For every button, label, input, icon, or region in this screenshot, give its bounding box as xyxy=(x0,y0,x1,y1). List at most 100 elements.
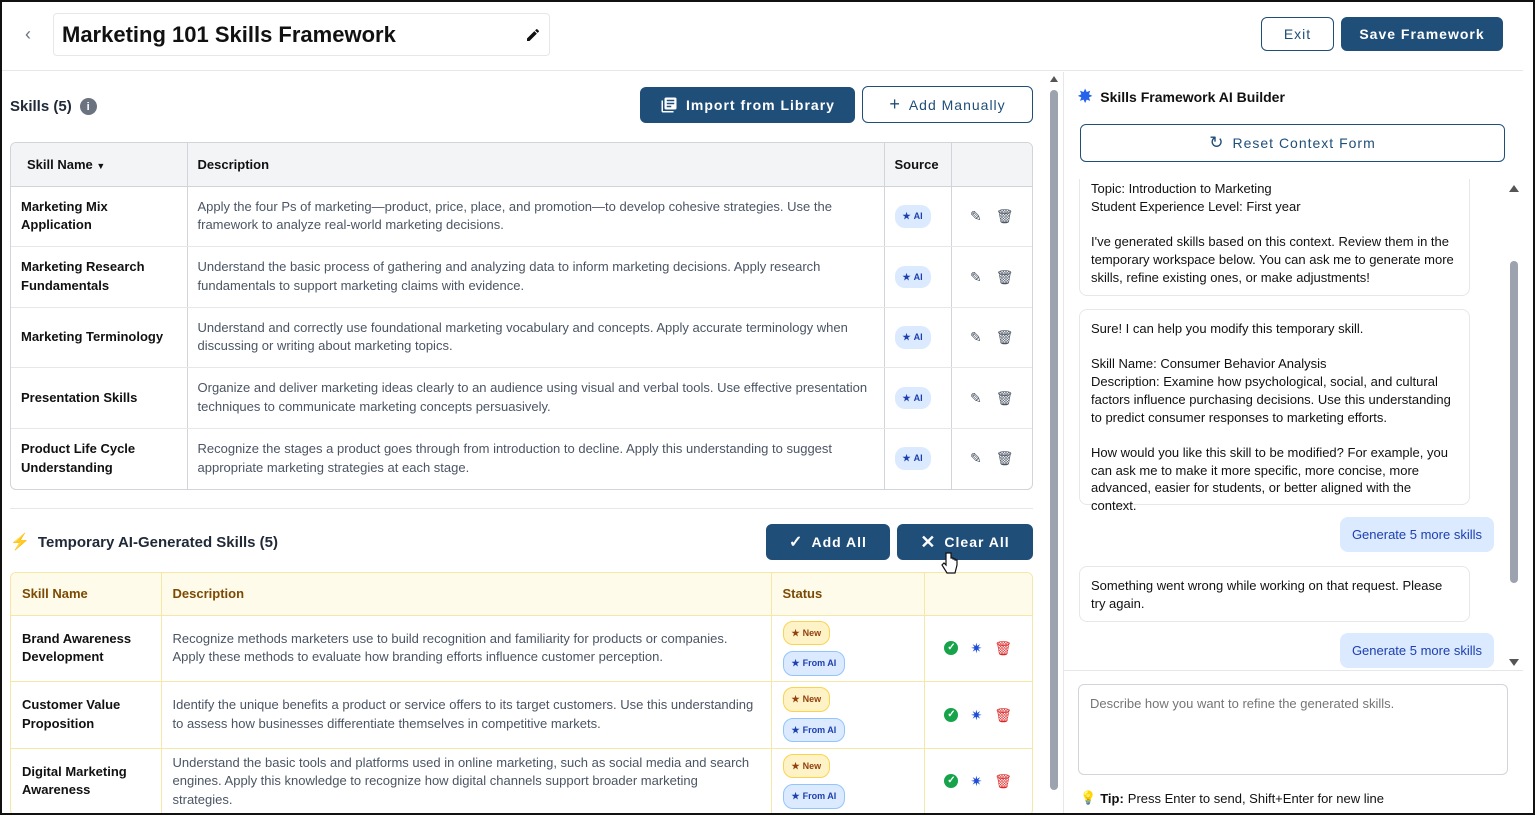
temp-skill-actions: ✓ ✷ 🗑 xyxy=(924,681,1032,749)
reset-context-form-button[interactable]: ↻ Reset Context Form xyxy=(1080,124,1505,162)
skill-actions: ✎ 🗑 xyxy=(951,307,1032,368)
col-source: Source xyxy=(884,143,952,187)
skill-actions: ✎ 🗑 xyxy=(951,186,1032,247)
col-skill-name[interactable]: Skill Name ▼ xyxy=(11,143,188,187)
back-chevron-icon[interactable]: ‹ xyxy=(18,22,38,46)
ai-source-badge: ★ AI xyxy=(894,205,931,228)
skill-name: Marketing Research Fundamentals xyxy=(11,246,188,308)
sparkle-icon: ✸ xyxy=(1078,87,1093,106)
scroll-up-icon[interactable] xyxy=(1509,185,1519,192)
chat-scroll-thumb[interactable] xyxy=(1510,261,1518,583)
framework-title-field[interactable]: Marketing 101 Skills Framework xyxy=(53,13,550,56)
skill-source: ★ AI xyxy=(884,246,952,308)
table-row: Marketing Mix Application Apply the four … xyxy=(11,186,1032,247)
temp-skill-name: Customer Value Proposition xyxy=(11,681,162,749)
exit-button[interactable]: Exit xyxy=(1261,17,1334,51)
pencil-icon[interactable] xyxy=(525,27,541,43)
col-actions xyxy=(951,143,1032,187)
section-divider xyxy=(10,508,1033,509)
ai-message: Topic: Introduction to Marketing Student… xyxy=(1079,179,1470,296)
clear-all-button[interactable]: ✕ Clear All xyxy=(897,524,1033,560)
add-all-button[interactable]: ✓ Add All xyxy=(766,524,890,560)
edit-pencil-icon[interactable]: ✎ xyxy=(970,328,982,347)
star-icon: ★ xyxy=(902,392,911,403)
skills-table: Skill Name ▼ Description Source Marketin… xyxy=(10,142,1033,490)
temp-col-status: Status xyxy=(771,573,925,616)
magic-wand-icon[interactable]: ✷ xyxy=(970,772,982,791)
tip-label: Tip: xyxy=(1100,790,1124,806)
temp-skill-actions: ✓ ✷ 🗑 xyxy=(924,748,1032,813)
user-message: Generate 5 more skills xyxy=(1339,633,1494,668)
trash-icon[interactable]: 🗑 xyxy=(994,772,1012,791)
tip-line: 💡 Tip: Press Enter to send, Shift+Enter … xyxy=(1080,790,1384,806)
col-description: Description xyxy=(187,143,885,187)
table-row: Marketing Research Fundamentals Understan… xyxy=(11,246,1032,308)
skill-actions: ✎ 🗑 xyxy=(951,367,1032,429)
trash-icon[interactable]: 🗑 xyxy=(994,706,1012,725)
edit-pencil-icon[interactable]: ✎ xyxy=(970,389,982,408)
chat-divider xyxy=(1064,670,1524,671)
edit-pencil-icon[interactable]: ✎ xyxy=(970,449,982,468)
temp-skills-heading: ⚡ Temporary AI-Generated Skills (5) xyxy=(10,532,278,552)
refine-input[interactable] xyxy=(1078,684,1508,775)
save-framework-button[interactable]: Save Framework xyxy=(1341,17,1503,51)
temp-col-actions xyxy=(924,573,1032,616)
scroll-up-icon[interactable] xyxy=(1050,76,1058,82)
star-icon: ★ xyxy=(791,724,800,735)
magic-wand-icon[interactable]: ✷ xyxy=(970,639,982,658)
add-manually-label: Add Manually xyxy=(908,96,1006,113)
ai-source-badge: ★ AI xyxy=(894,326,931,349)
magic-wand-icon[interactable]: ✷ xyxy=(970,706,982,725)
accept-check-icon[interactable]: ✓ xyxy=(944,641,959,656)
ai-message: Sure! I can help you modify this tempora… xyxy=(1079,309,1470,513)
edit-pencil-icon[interactable]: ✎ xyxy=(970,268,982,287)
edit-pencil-icon[interactable]: ✎ xyxy=(970,207,982,226)
temp-skill-name: Digital Marketing Awareness xyxy=(11,748,162,813)
trash-icon[interactable]: 🗑 xyxy=(996,328,1014,347)
import-from-library-button[interactable]: Import from Library xyxy=(640,87,855,123)
from-ai-badge: ★ From AI xyxy=(782,784,846,809)
framework-title[interactable]: Marketing 101 Skills Framework xyxy=(62,22,525,48)
left-scrollbar[interactable] xyxy=(1048,74,1060,814)
window-edge xyxy=(1523,0,1535,815)
temp-skill-description: Recognize methods marketers use to build… xyxy=(161,615,772,682)
skill-source: ★ AI xyxy=(884,367,952,429)
accept-check-icon[interactable]: ✓ xyxy=(944,707,959,722)
lightbulb-icon: 💡 xyxy=(1080,790,1097,805)
check-icon: ✓ xyxy=(789,534,804,551)
new-badge: ★ New xyxy=(782,620,831,646)
mouse-pointer-icon xyxy=(941,552,958,574)
temp-skill-name: Brand Awareness Development xyxy=(11,615,162,682)
skill-name: Marketing Terminology xyxy=(11,307,188,368)
scroll-thumb[interactable] xyxy=(1050,90,1058,790)
skill-description: Organize and deliver marketing ideas cle… xyxy=(187,367,885,429)
table-row: Presentation Skills Organize and deliver … xyxy=(11,367,1032,429)
trash-icon[interactable]: 🗑 xyxy=(996,207,1014,226)
library-icon xyxy=(661,97,677,113)
temp-skills-label: Temporary AI-Generated Skills (5) xyxy=(37,533,278,551)
skill-actions: ✎ 🗑 xyxy=(951,246,1032,308)
chat-scrollbar[interactable] xyxy=(1507,183,1521,670)
skills-heading: Skills (5) i xyxy=(10,98,97,115)
info-icon[interactable]: i xyxy=(79,98,97,115)
chat-log[interactable]: Topic: Introduction to Marketing Student… xyxy=(1064,179,1510,672)
star-icon: ★ xyxy=(791,791,800,802)
temp-col-skill-name: Skill Name xyxy=(11,573,162,616)
plus-icon: + xyxy=(889,94,901,114)
star-icon: ★ xyxy=(791,658,800,669)
skill-source: ★ AI xyxy=(884,428,952,489)
tip-text: Press Enter to send, Shift+Enter for new… xyxy=(1127,790,1384,806)
star-icon: ★ xyxy=(902,332,911,342)
trash-icon[interactable]: 🗑 xyxy=(996,389,1014,408)
top-header: ‹ Marketing 101 Skills Framework Exit Sa… xyxy=(0,0,1535,71)
table-row: Brand Awareness Development Recognize met… xyxy=(11,615,1032,682)
accept-check-icon[interactable]: ✓ xyxy=(944,774,959,789)
skill-source: ★ AI xyxy=(884,186,952,247)
trash-icon[interactable]: 🗑 xyxy=(996,268,1014,287)
temp-skill-description: Identify the unique benefits a product o… xyxy=(161,681,772,749)
add-manually-button[interactable]: + Add Manually xyxy=(862,86,1033,123)
trash-icon[interactable]: 🗑 xyxy=(994,639,1012,658)
trash-icon[interactable]: 🗑 xyxy=(996,449,1014,468)
scroll-down-icon[interactable] xyxy=(1509,659,1519,666)
sort-caret-icon[interactable]: ▼ xyxy=(96,161,105,171)
